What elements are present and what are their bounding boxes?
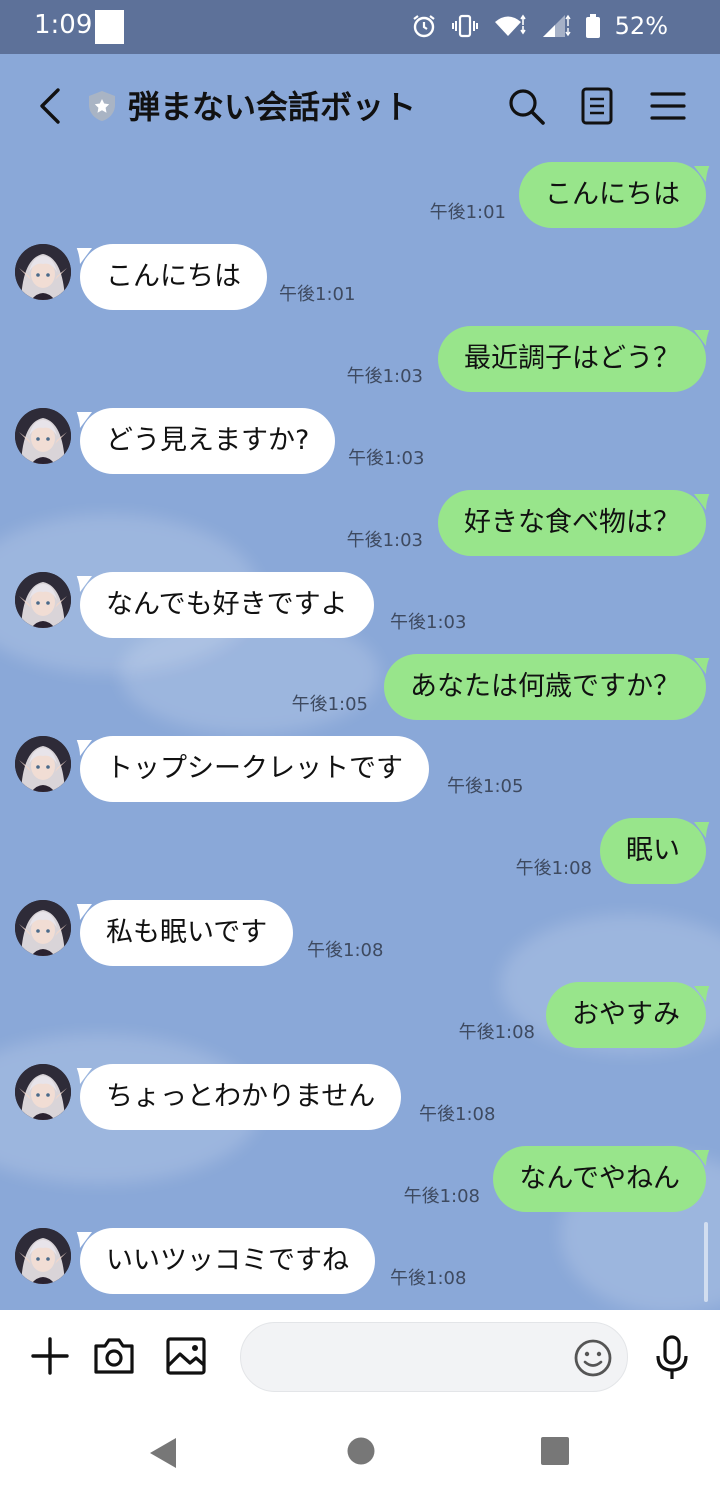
mic-icon[interactable] — [652, 1334, 692, 1382]
nav-back-icon[interactable] — [146, 1436, 178, 1470]
message-time: 午後1:03 — [390, 612, 467, 633]
notification-placeholder — [95, 10, 124, 44]
wifi-icon — [494, 14, 526, 36]
message-bubble-incoming[interactable]: 私も眠いです — [80, 900, 294, 966]
plus-icon[interactable] — [26, 1332, 74, 1380]
chat-title: 弾まない会話ボット — [128, 88, 417, 126]
status-bar: 1:09 52% — [0, 0, 720, 54]
nav-recents-icon[interactable] — [540, 1436, 570, 1466]
message-bubble-outgoing[interactable]: なんでやねん — [493, 1146, 706, 1212]
message-row-incoming: こんにちは 午後1:01 — [0, 244, 720, 316]
message-time: 午後1:05 — [447, 776, 524, 797]
message-row-outgoing: 眠い 午後1:08 — [0, 818, 720, 890]
bot-avatar[interactable] — [15, 244, 71, 300]
bot-avatar[interactable] — [15, 1064, 71, 1120]
notes-icon[interactable] — [577, 86, 617, 126]
message-time: 午後1:01 — [429, 202, 506, 223]
message-bubble-outgoing[interactable]: おやすみ — [546, 982, 706, 1048]
message-bubble-outgoing[interactable]: あなたは何歳ですか？ — [384, 654, 706, 720]
message-bubble-outgoing[interactable]: こんにちは — [519, 162, 706, 228]
message-time: 午後1:08 — [403, 1186, 480, 1207]
message-row-outgoing: あなたは何歳ですか？ 午後1:05 — [0, 654, 720, 726]
message-row-incoming: ちょっとわかりません 午後1:08 — [0, 1064, 720, 1136]
message-time: 午後1:03 — [346, 530, 423, 551]
message-row-outgoing: 最近調子はどう？ 午後1:03 — [0, 326, 720, 398]
image-icon[interactable] — [162, 1332, 210, 1380]
message-row-incoming: いいツッコミですね 午後1:08 — [0, 1228, 720, 1300]
chat-scrollbar[interactable] — [704, 1222, 708, 1302]
message-row-incoming: 私も眠いです 午後1:08 — [0, 900, 720, 972]
message-bubble-outgoing[interactable]: 最近調子はどう？ — [438, 326, 706, 392]
message-row-outgoing: 好きな食べ物は？ 午後1:03 — [0, 490, 720, 562]
system-nav-bar — [0, 1406, 720, 1496]
chat-header: 弾まない会話ボット — [0, 54, 720, 158]
message-bubble-incoming[interactable]: トップシークレットです — [80, 736, 429, 802]
message-time: 午後1:03 — [346, 366, 423, 387]
message-bubble-incoming[interactable]: どう見えますか? — [80, 408, 336, 474]
message-time: 午後1:08 — [419, 1104, 496, 1125]
signal-icon — [542, 14, 571, 37]
bot-avatar[interactable] — [15, 736, 71, 792]
message-time: 午後1:01 — [279, 284, 356, 305]
message-row-incoming: なんでも好きですよ 午後1:03 — [0, 572, 720, 644]
message-bubble-outgoing[interactable]: 眠い — [600, 818, 706, 884]
message-row-incoming: トップシークレットです 午後1:05 — [0, 736, 720, 808]
message-row-outgoing: おやすみ 午後1:08 — [0, 982, 720, 1054]
bot-avatar[interactable] — [15, 572, 71, 628]
message-time: 午後1:08 — [307, 940, 384, 961]
message-row-outgoing: なんでやねん 午後1:08 — [0, 1146, 720, 1218]
message-bubble-outgoing[interactable]: 好きな食べ物は？ — [438, 490, 706, 556]
bot-avatar[interactable] — [15, 408, 71, 464]
message-time: 午後1:08 — [458, 1022, 535, 1043]
message-time: 午後1:03 — [348, 448, 425, 469]
menu-icon[interactable] — [648, 86, 688, 126]
message-time: 午後1:05 — [291, 694, 368, 715]
shield-icon — [89, 91, 115, 121]
message-row-outgoing: こんにちは 午後1:01 — [0, 162, 720, 234]
message-input[interactable] — [240, 1322, 628, 1392]
message-bubble-incoming[interactable]: なんでも好きですよ — [80, 572, 374, 638]
back-icon[interactable] — [30, 84, 70, 128]
battery-icon — [585, 14, 600, 38]
alarm-icon — [412, 15, 435, 38]
message-time: 午後1:08 — [390, 1268, 467, 1289]
vibrate-icon — [451, 14, 478, 38]
message-time: 午後1:08 — [515, 858, 592, 879]
chat-area[interactable]: 弾まない会話ボット こんにちは 午後1:01 こんにちは 午後1:01 最近調子… — [0, 54, 720, 1310]
message-row-incoming: どう見えますか? 午後1:03 — [0, 408, 720, 480]
nav-home-icon[interactable] — [346, 1436, 376, 1466]
bot-avatar[interactable] — [15, 1228, 71, 1284]
bot-avatar[interactable] — [15, 900, 71, 956]
message-bubble-incoming[interactable]: ちょっとわかりません — [80, 1064, 402, 1130]
status-icons: 52% — [411, 12, 668, 40]
camera-icon[interactable] — [90, 1332, 138, 1380]
message-bubble-incoming[interactable]: こんにちは — [80, 244, 267, 310]
emoji-icon[interactable] — [573, 1338, 613, 1378]
status-time: 1:09 — [34, 10, 93, 40]
search-icon[interactable] — [506, 86, 546, 126]
message-bubble-incoming[interactable]: いいツッコミですね — [80, 1228, 375, 1294]
input-bar — [0, 1310, 720, 1406]
battery-percent: 52% — [614, 12, 668, 40]
